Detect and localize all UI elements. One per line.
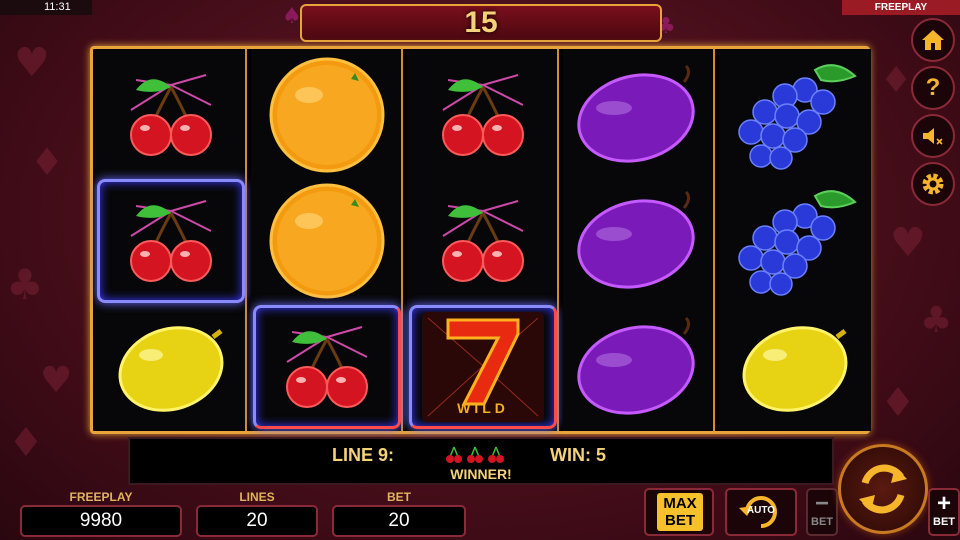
symbol-grapes bbox=[721, 179, 869, 303]
bet-increase-label: BET bbox=[933, 516, 955, 528]
bet-decrease-button[interactable]: − BET bbox=[806, 488, 838, 536]
reel-3: WILD bbox=[407, 49, 559, 431]
symbol-cherries bbox=[97, 53, 245, 177]
reel-1 bbox=[95, 49, 247, 431]
freeplay-balance: 9980 bbox=[20, 505, 182, 537]
symbol-cherries bbox=[409, 53, 557, 177]
suit-diamond-decoration: ♦ bbox=[8, 420, 44, 466]
help-icon: ? bbox=[925, 74, 941, 101]
mini-cherry-icon bbox=[446, 446, 462, 463]
header-bar: 15 bbox=[300, 4, 662, 42]
suit-diamond-decoration: ♦ bbox=[880, 380, 916, 426]
suit-heart-decoration: ♥ bbox=[40, 360, 73, 401]
mini-cherry-icon bbox=[488, 446, 504, 463]
home-button[interactable] bbox=[911, 18, 955, 62]
lines-label: LINES bbox=[239, 490, 275, 504]
suit-heart-decoration: ♥ bbox=[14, 40, 50, 86]
settings-button[interactable] bbox=[911, 162, 955, 206]
symbol-plum bbox=[565, 53, 713, 177]
symbol-wild-seven-winning: WILD bbox=[409, 305, 557, 429]
suit-diamond-decoration: ♦ bbox=[30, 140, 65, 184]
minus-icon: − bbox=[814, 490, 829, 517]
autoplay-button[interactable]: AUTO bbox=[725, 488, 797, 536]
symbol-plum bbox=[565, 305, 713, 429]
bet-increase-button[interactable]: + BET bbox=[928, 488, 960, 536]
suit-heart-decoration: ♥ bbox=[890, 220, 926, 266]
symbol-grapes bbox=[721, 53, 869, 177]
winner-message: WINNER! bbox=[450, 466, 512, 482]
reel-2 bbox=[251, 49, 403, 431]
mini-cherry-icon bbox=[467, 446, 483, 463]
symbol-cherries-winning bbox=[253, 305, 401, 429]
header-value: 15 bbox=[464, 6, 498, 39]
clock: 11:31 bbox=[0, 0, 92, 15]
winning-line-label: LINE 9: bbox=[332, 445, 395, 465]
reel-5 bbox=[719, 49, 871, 431]
suit-club-decoration: ♣ bbox=[6, 260, 44, 309]
autoplay-label: AUTO bbox=[746, 505, 776, 516]
bet-decrease-label: BET bbox=[811, 516, 833, 528]
lines-value[interactable]: 20 bbox=[196, 505, 318, 537]
symbol-orange bbox=[253, 179, 401, 303]
symbol-plum bbox=[565, 179, 713, 303]
settings-icon bbox=[922, 173, 944, 195]
max-bet-label-line2: BET bbox=[665, 512, 695, 529]
win-info-bar: LINE 9: WIN: 5 WINNER! bbox=[128, 437, 834, 485]
help-button[interactable]: ? bbox=[911, 66, 955, 110]
win-amount: WIN: 5 bbox=[550, 445, 606, 465]
suit-diamond-decoration: ♦ bbox=[880, 60, 913, 101]
freeplay-label: FREEPLAY bbox=[69, 490, 133, 504]
reels-frame: WILD bbox=[90, 46, 871, 434]
bet-label: BET bbox=[387, 490, 411, 504]
spin-button[interactable] bbox=[838, 444, 928, 534]
symbol-lemon bbox=[97, 305, 245, 429]
reel-4 bbox=[563, 49, 715, 431]
wild-label: WILD bbox=[457, 400, 509, 416]
sound-button[interactable] bbox=[911, 114, 955, 158]
symbol-cherries-winning bbox=[97, 179, 245, 303]
bet-value[interactable]: 20 bbox=[332, 505, 466, 537]
symbol-orange bbox=[253, 53, 401, 177]
winning-line-symbols bbox=[445, 445, 505, 465]
max-bet-button[interactable]: MAX BET bbox=[644, 488, 714, 536]
symbol-cherries bbox=[409, 179, 557, 303]
spade-icon: ♠ bbox=[282, 4, 302, 29]
mode-badge: FREEPLAY bbox=[842, 0, 960, 15]
spin-icon bbox=[859, 464, 907, 514]
plus-icon: + bbox=[936, 490, 951, 517]
suit-club-decoration: ♣ bbox=[920, 300, 953, 341]
home-icon bbox=[922, 30, 944, 50]
sound-off-icon bbox=[923, 128, 943, 145]
max-bet-label-line1: MAX bbox=[663, 495, 697, 512]
symbol-lemon bbox=[721, 305, 869, 429]
